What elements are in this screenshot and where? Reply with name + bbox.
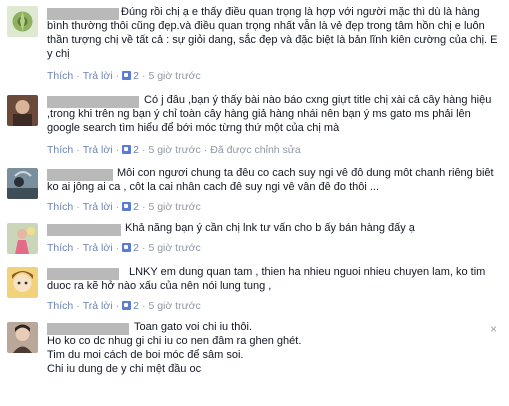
comment-actions: Thích · Trả lời · 2 · 5 giờ trước [47,300,201,312]
comment-item: Đúng rồi chị ạ e thấy điều quan trọng là… [0,0,509,95]
timestamp[interactable]: 5 giờ trước [148,201,200,213]
like-link[interactable]: Thích [47,70,73,82]
comment-actions: Thích · Trả lời · 2 · 5 giờ trước · Đã được chỉn… [47,144,301,156]
avatar-image [7,6,38,37]
avatar[interactable] [7,322,38,353]
like-count[interactable]: 2 [133,300,139,312]
avatar-image [7,267,38,298]
like-icon [122,145,132,154]
comment-actions: Thích · Trả lời · 2 · 5 giờ trước [47,242,201,254]
edited-label[interactable]: Đã được chỉnh sửa [210,144,300,156]
timestamp[interactable]: 5 giờ trước [148,242,200,254]
avatar[interactable] [7,95,38,126]
avatar[interactable] [7,267,38,298]
like-count[interactable]: 2 [133,201,139,213]
like-icon [122,301,132,310]
comment-item: Môi con ngươi chung ta đêu co cach suy n… [0,163,509,219]
timestamp[interactable]: 5 giờ trước [148,144,200,156]
like-count[interactable]: 2 [133,242,139,254]
comment-item: Khả năng bạn ý cần chị lnk tư vấn cho b … [0,219,509,262]
comment-text: Đúng rồi chị ạ e thấy điều quan trọng là… [47,6,498,60]
comment-text: Môi con ngươi chung ta đêu co cach suy n… [47,167,494,193]
reply-link[interactable]: Trả lời [83,201,113,213]
reply-link[interactable]: Trả lời [83,70,113,82]
comment-item: Có j đâu ,bạn ý thấy bài nào báo cxng gi… [0,94,509,163]
timestamp[interactable]: 5 giờ trước [148,300,200,312]
like-link[interactable]: Thích [47,300,73,312]
comment-text: LNKY em dung quan tam , thien ha nhieu n… [47,266,486,292]
like-link[interactable]: Thích [47,144,73,156]
avatar[interactable] [7,223,38,254]
comment-actions: Thích · Trả lời · 2 · 5 giờ trước [47,70,201,82]
comment-item: Toan gato voi chi iu thôi. Ho ko co dc n… [0,318,509,406]
avatar-image [7,223,38,254]
like-count[interactable]: 2 [133,70,139,82]
reply-link[interactable]: Trả lời [83,242,113,254]
reply-link[interactable]: Trả lời [83,144,113,156]
avatar-image [7,322,38,353]
avatar-image [7,95,38,126]
avatar[interactable] [7,168,38,199]
like-icon [122,202,132,211]
comment-item: LNKY em dung quan tam , thien ha nhieu n… [0,262,509,318]
comment-text: Có j đâu ,bạn ý thấy bài nào báo cxng gi… [47,94,492,134]
like-icon [122,71,132,80]
comment-actions: Thích · Trả lời · 2 · 5 giờ trước [47,201,201,213]
like-count[interactable]: 2 [133,144,139,156]
like-link[interactable]: Thích [47,201,73,213]
reply-link[interactable]: Trả lời [83,300,113,312]
comment-text: Toan gato voi chi iu thôi. Ho ko co dc n… [47,321,302,375]
timestamp[interactable]: 5 giờ trước [148,70,200,82]
avatar-image [7,168,38,199]
avatar[interactable] [7,6,38,37]
like-icon [122,243,132,252]
comment-text: Khả năng bạn ý cần chị lnk tư vấn cho b … [125,222,415,234]
close-icon[interactable]: × [490,322,497,336]
like-link[interactable]: Thích [47,242,73,254]
